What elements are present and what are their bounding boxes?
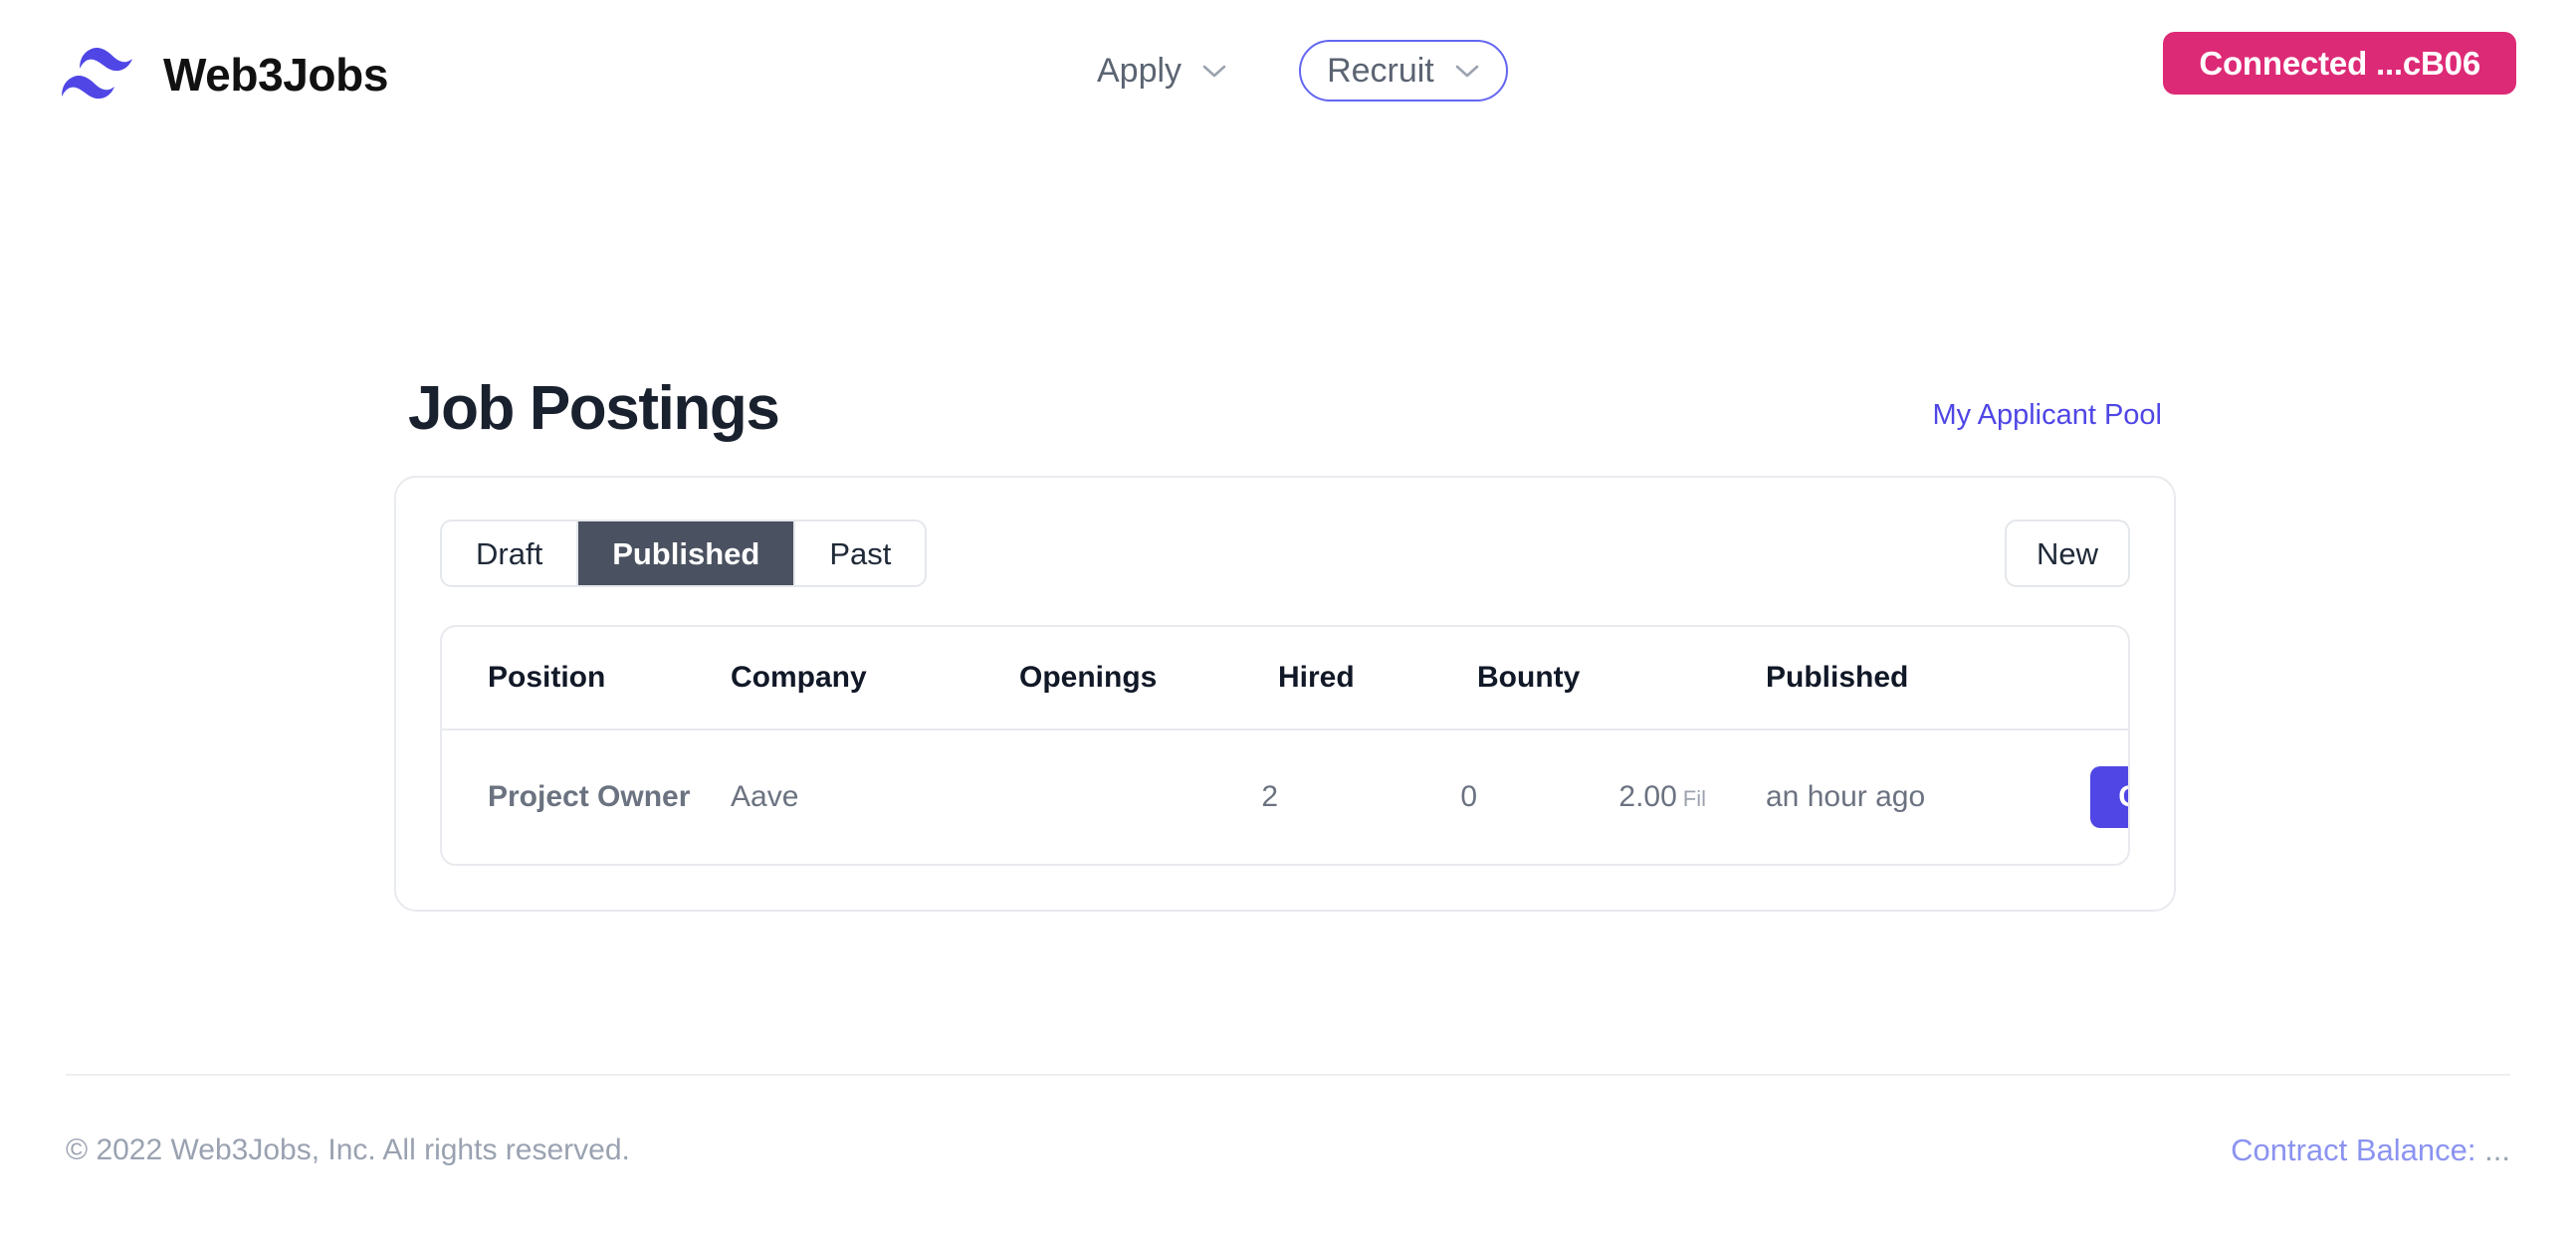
bounty-amount: 2.00 bbox=[1618, 780, 1677, 813]
tab-draft[interactable]: Draft bbox=[442, 521, 579, 585]
page-header-row: Job Postings My Applicant Pool bbox=[394, 378, 2176, 440]
app-page: Web3Jobs Apply Recruit Connected ...cB06… bbox=[0, 0, 2576, 1242]
table-body: Project Owner Aave 2 0 2.00 Fil an hour a… bbox=[442, 729, 2128, 864]
status-tabs: Draft Published Past bbox=[440, 519, 928, 587]
cell-position: Project Owner bbox=[488, 780, 691, 813]
bounty-unit: Fil bbox=[1682, 786, 1706, 811]
footer-divider bbox=[66, 1074, 2510, 1076]
site-footer: © 2022 Web3Jobs, Inc. All rights reserve… bbox=[66, 1135, 2510, 1165]
column-header-position: Position bbox=[442, 627, 731, 730]
close-posting-button[interactable]: Close bbox=[2090, 766, 2128, 828]
contract-balance-link[interactable]: Contract Balance: ... bbox=[2231, 1135, 2510, 1165]
job-postings-table: Position Company Openings Hired Bounty P… bbox=[442, 627, 2128, 864]
nav-item-recruit-label: Recruit bbox=[1327, 52, 1434, 90]
job-postings-table-wrapper: Position Company Openings Hired Bounty P… bbox=[440, 625, 2130, 866]
table-header-row: Position Company Openings Hired Bounty P… bbox=[442, 627, 2128, 730]
wave-logo-icon bbox=[62, 47, 132, 100]
cell-company: Aave bbox=[731, 780, 799, 813]
wallet-connected-button[interactable]: Connected ...cB06 bbox=[2163, 32, 2516, 95]
column-header-bounty: Bounty bbox=[1477, 627, 1706, 730]
table-head: Position Company Openings Hired Bounty P… bbox=[442, 627, 2128, 730]
cell-action: Close bbox=[2035, 729, 2128, 864]
cell-published: an hour ago bbox=[1766, 780, 1926, 813]
new-posting-button[interactable]: New bbox=[2004, 519, 2130, 587]
contract-balance-label: Contract Balance: bbox=[2231, 1133, 2476, 1167]
brand-logo-link[interactable]: Web3Jobs bbox=[60, 44, 388, 105]
column-header-openings: Openings bbox=[1019, 627, 1278, 730]
nav-item-apply-label: Apply bbox=[1097, 52, 1182, 90]
my-applicant-pool-link[interactable]: My Applicant Pool bbox=[1932, 401, 2162, 430]
tab-published[interactable]: Published bbox=[578, 521, 796, 585]
nav-item-apply[interactable]: Apply bbox=[1077, 42, 1247, 100]
site-header: Web3Jobs Apply Recruit Connected ...cB06 bbox=[0, 0, 2576, 157]
column-header-hired: Hired bbox=[1278, 627, 1477, 730]
nav-item-recruit[interactable]: Recruit bbox=[1299, 40, 1508, 102]
cell-hired: 0 bbox=[1460, 780, 1477, 813]
chevron-down-icon bbox=[1455, 65, 1479, 78]
contract-balance-value: ... bbox=[2484, 1133, 2510, 1167]
tab-past[interactable]: Past bbox=[795, 521, 926, 585]
table-row: Project Owner Aave 2 0 2.00 Fil an hour a… bbox=[442, 729, 2128, 864]
column-header-company: Company bbox=[731, 627, 1019, 730]
page-title: Job Postings bbox=[408, 374, 780, 443]
chevron-down-icon bbox=[1202, 65, 1226, 78]
card-toolbar: Draft Published Past New bbox=[440, 519, 2130, 587]
cell-bounty: 2.00 Fil bbox=[1477, 729, 1706, 864]
cell-openings: 2 bbox=[1261, 780, 1278, 813]
footer-copyright: © 2022 Web3Jobs, Inc. All rights reserve… bbox=[66, 1133, 630, 1166]
column-header-published: Published bbox=[1706, 627, 2035, 730]
brand-name: Web3Jobs bbox=[163, 49, 389, 101]
column-header-action bbox=[2035, 627, 2128, 730]
main-content: Job Postings My Applicant Pool Draft Pub… bbox=[394, 378, 2176, 912]
main-nav: Apply Recruit bbox=[1077, 40, 1508, 102]
job-postings-card: Draft Published Past New Position Compan… bbox=[394, 476, 2176, 912]
